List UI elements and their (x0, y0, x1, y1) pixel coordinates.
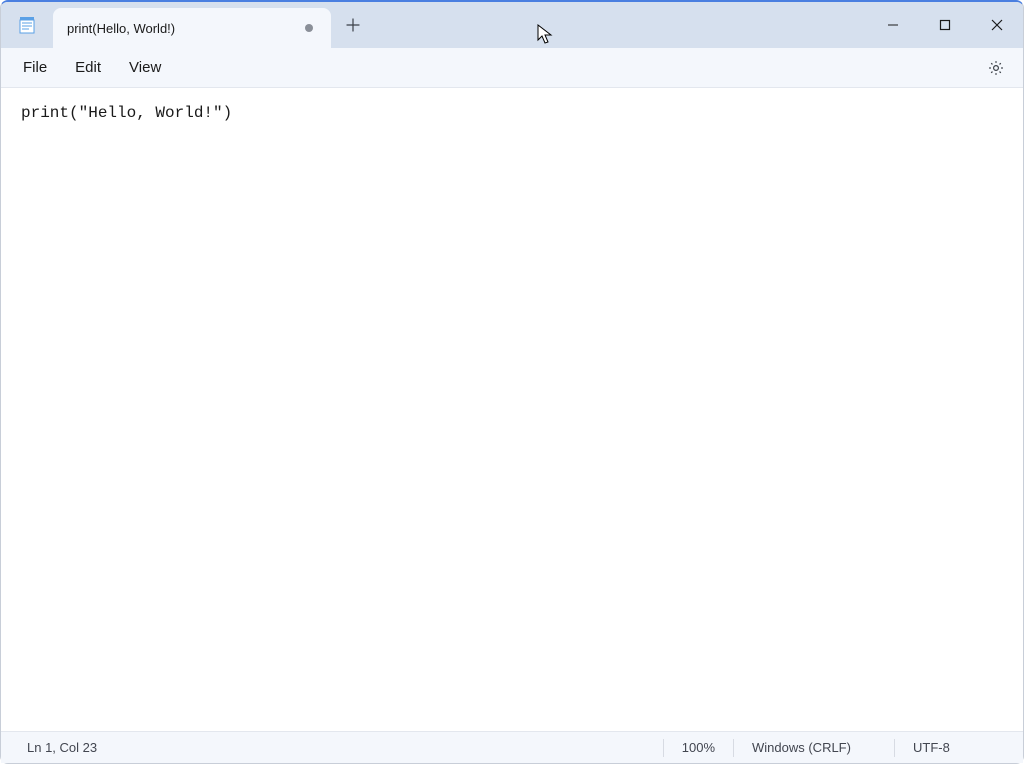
status-encoding[interactable]: UTF-8 (895, 738, 1015, 758)
titlebar-drag-area[interactable] (375, 2, 867, 48)
statusbar: Ln 1, Col 23 100% Windows (CRLF) UTF-8 (1, 731, 1023, 763)
new-tab-button[interactable] (331, 2, 375, 48)
unsaved-indicator-icon[interactable] (305, 24, 313, 32)
status-position[interactable]: Ln 1, Col 23 (9, 738, 115, 758)
status-zoom[interactable]: 100% (664, 738, 733, 758)
app-icon (1, 2, 53, 48)
text-editor[interactable]: print("Hello, World!") (1, 88, 1023, 731)
titlebar[interactable]: print(Hello, World!) (1, 2, 1023, 48)
tab-active[interactable]: print(Hello, World!) (53, 8, 331, 48)
window-controls (867, 2, 1023, 48)
menu-edit[interactable]: Edit (61, 53, 115, 82)
app-window: print(Hello, World!) File Edit View (0, 0, 1024, 764)
status-line-ending[interactable]: Windows (CRLF) (734, 738, 894, 758)
close-button[interactable] (971, 2, 1023, 48)
minimize-button[interactable] (867, 2, 919, 48)
menubar: File Edit View (1, 48, 1023, 88)
maximize-button[interactable] (919, 2, 971, 48)
settings-button[interactable] (977, 53, 1015, 83)
menu-view[interactable]: View (115, 53, 175, 82)
menu-file[interactable]: File (9, 53, 61, 82)
tab-title: print(Hello, World!) (67, 21, 297, 36)
